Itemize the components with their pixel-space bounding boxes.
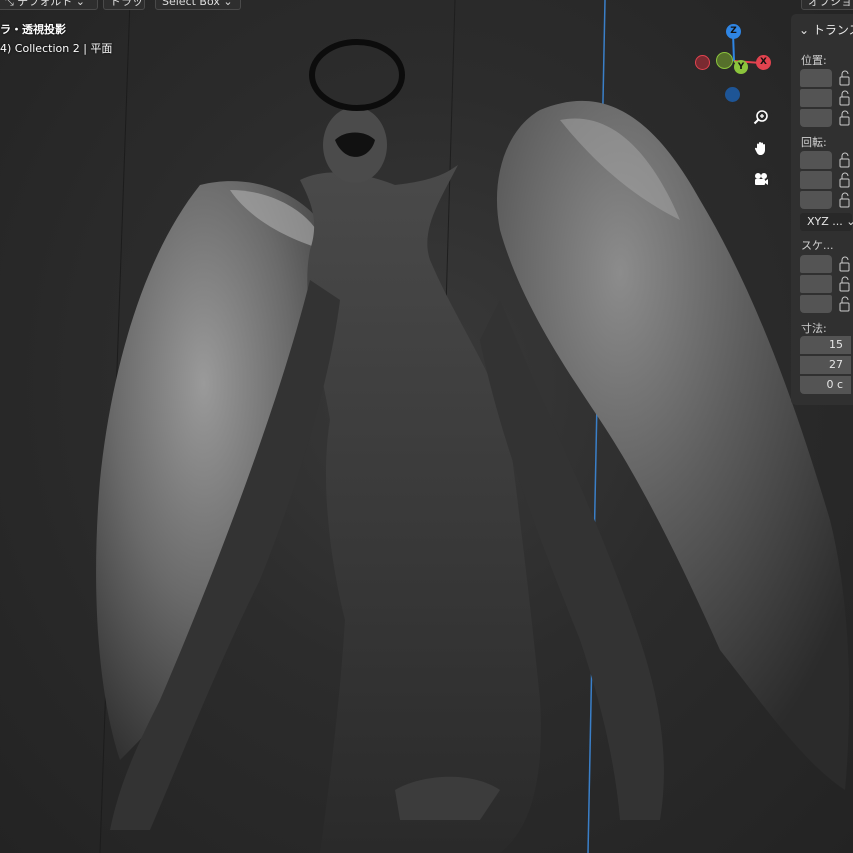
3d-viewport[interactable]: ⤡ デフォルト ⌄ ドラッ... Select Box ⌄ オプショ ラ・透視投… — [0, 0, 853, 853]
pan-button[interactable] — [750, 137, 772, 159]
zoom-icon — [753, 110, 768, 125]
rotation-label: 回転: — [801, 136, 827, 149]
gizmo-z-axis[interactable]: Z — [726, 24, 741, 39]
drag-dropdown[interactable]: ドラッ... — [103, 0, 145, 10]
transform-orientation-dropdown[interactable]: ⤡ デフォルト ⌄ — [0, 0, 98, 10]
dimension-x-field[interactable]: 15 — [800, 336, 851, 354]
options-dropdown[interactable]: オプショ — [801, 0, 853, 10]
lock-icon[interactable] — [839, 276, 853, 292]
rotation-z-field[interactable] — [800, 191, 832, 209]
chevron-down-icon: ⌄ — [799, 23, 813, 37]
chevron-down-icon: ⌄ — [219, 0, 233, 8]
transform-panel-title: トランス — [812, 23, 853, 37]
scale-z-field[interactable] — [800, 295, 832, 313]
lock-icon[interactable] — [839, 70, 853, 86]
sculpture-render — [96, 0, 850, 853]
gizmo-x-axis[interactable]: X — [756, 55, 771, 70]
hand-icon — [754, 142, 765, 155]
location-label: 位置: — [801, 54, 827, 67]
scale-label: スケ... — [801, 239, 834, 252]
zoom-button[interactable] — [750, 106, 772, 128]
chevron-down-icon: ⌄ — [846, 215, 853, 228]
lock-icon[interactable] — [839, 90, 853, 106]
navigation-gizmo[interactable]: Z X Y — [690, 20, 780, 110]
orientation-label: デフォルト — [17, 0, 73, 8]
lock-icon[interactable] — [839, 256, 853, 272]
lock-icon[interactable] — [839, 192, 853, 208]
chevron-down-icon: ⌄ — [72, 0, 86, 8]
dimension-y-field[interactable]: 27 — [800, 356, 851, 374]
select-mode-label: Select Box — [162, 0, 220, 8]
camera-icon — [755, 173, 768, 185]
rotation-y-field[interactable] — [800, 171, 832, 189]
orientation-icon: ⤡ — [5, 0, 18, 8]
transform-panel-header[interactable]: ⌄ トランス — [799, 21, 853, 38]
collection-info-label: 4) Collection 2 | 平面 — [0, 42, 113, 55]
lock-icon[interactable] — [839, 296, 853, 312]
dimension-z-field[interactable]: 0 c — [800, 376, 851, 394]
drag-label: ドラッ... — [110, 0, 144, 8]
view-name-label: ラ・透視投影 — [0, 23, 66, 36]
transform-panel: ⌄ トランス 位置: 回転: XYZ ... ⌄ スケ... 寸法: 15 27… — [791, 14, 853, 405]
rotation-x-field[interactable] — [800, 151, 832, 169]
lock-icon[interactable] — [839, 152, 853, 168]
location-x-field[interactable] — [800, 69, 832, 87]
rotation-mode-label: XYZ ... — [807, 215, 843, 228]
gizmo-y-axis[interactable]: Y — [734, 60, 748, 74]
scale-y-field[interactable] — [800, 275, 832, 293]
location-y-field[interactable] — [800, 89, 832, 107]
gizmo-neg-x[interactable] — [695, 55, 710, 70]
location-z-field[interactable] — [800, 109, 832, 127]
scale-x-field[interactable] — [800, 255, 832, 273]
dimensions-label: 寸法: — [801, 322, 827, 335]
camera-view-button[interactable] — [750, 168, 772, 190]
header-bar: ⤡ デフォルト ⌄ ドラッ... Select Box ⌄ オプショ — [0, 0, 853, 11]
gizmo-neg-y[interactable] — [716, 52, 733, 69]
options-label: オプショ — [808, 0, 852, 8]
lock-icon[interactable] — [839, 110, 853, 126]
select-mode-dropdown[interactable]: Select Box ⌄ — [155, 0, 241, 10]
lock-icon[interactable] — [839, 172, 853, 188]
gizmo-neg-z[interactable] — [725, 87, 740, 102]
rotation-mode-dropdown[interactable]: XYZ ... ⌄ — [800, 213, 853, 231]
